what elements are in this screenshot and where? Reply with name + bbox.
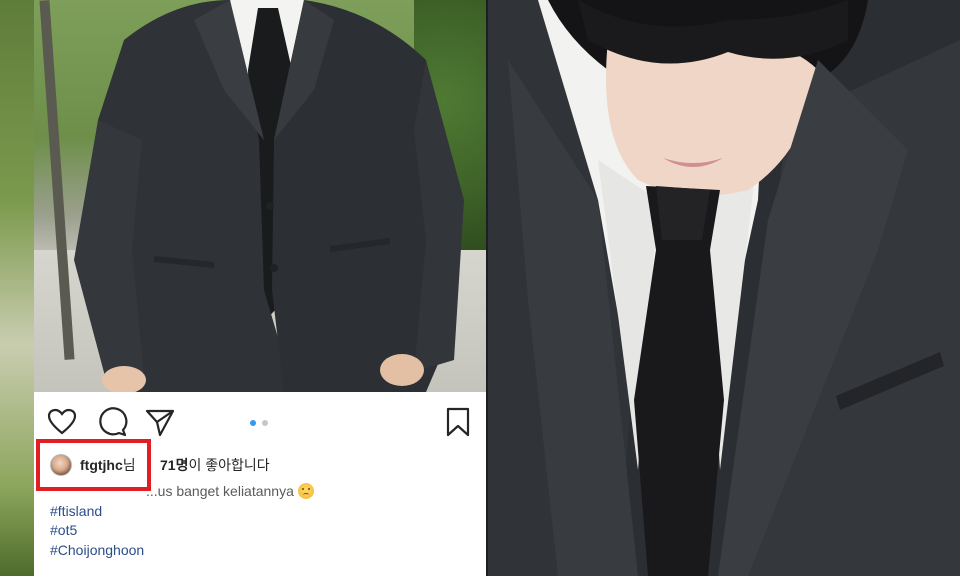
comment-bubble-icon[interactable] bbox=[96, 406, 128, 438]
caption-line: ...us banget keliatannya bbox=[146, 482, 470, 502]
sad-face-emoji bbox=[297, 483, 314, 499]
paper-plane-icon[interactable] bbox=[144, 406, 176, 438]
instagram-post-card: ftgtjhc님 71명이 좋아합니다 ...us banget keliata… bbox=[34, 0, 486, 576]
hashtag-link[interactable]: #Choijonghoon bbox=[50, 541, 470, 561]
carousel-dot bbox=[262, 420, 268, 426]
post-photo[interactable] bbox=[34, 0, 486, 392]
man-in-suit-figure bbox=[74, 0, 464, 392]
carousel-indicator bbox=[250, 420, 268, 426]
man-bowing-closeup-figure bbox=[488, 0, 960, 576]
hashtag-link[interactable]: #ot5 bbox=[50, 521, 470, 541]
likes-count[interactable]: 71명이 좋아합니다 bbox=[160, 455, 270, 475]
heart-icon[interactable] bbox=[46, 406, 78, 438]
carousel-dot-active bbox=[250, 420, 256, 426]
bookmark-icon[interactable] bbox=[442, 406, 474, 438]
post-caption: ...us banget keliatannya #ftisland #ot5 … bbox=[50, 482, 470, 560]
hashtag-link[interactable]: #ftisland bbox=[50, 502, 470, 522]
closeup-photo bbox=[488, 0, 960, 576]
